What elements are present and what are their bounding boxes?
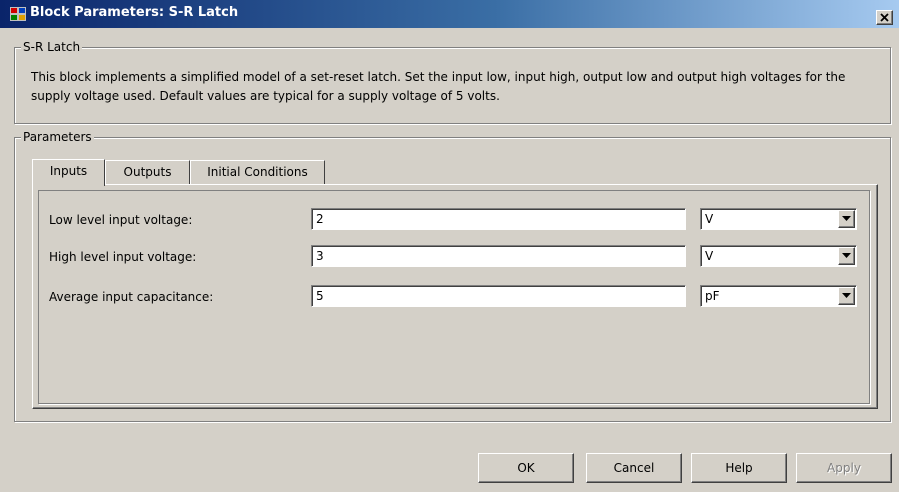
low-level-input-voltage-unit-select[interactable]: V (700, 208, 857, 230)
simulink-block-icon (10, 7, 26, 21)
chevron-down-icon (842, 216, 851, 221)
close-button[interactable] (876, 10, 893, 25)
average-input-capacitance-unit-select[interactable]: pF (700, 285, 857, 307)
tab-initial-conditions[interactable]: Initial Conditions (190, 160, 325, 184)
high-level-input-voltage-unit: V (705, 249, 714, 263)
block-description: This block implements a simplified model… (31, 70, 846, 103)
average-input-capacitance-label: Average input capacitance: (49, 290, 214, 304)
low-level-input-voltage-unit-dropdown[interactable] (838, 210, 855, 228)
high-level-input-voltage-label: High level input voltage: (49, 250, 197, 264)
average-input-capacitance-unit: pF (705, 289, 720, 303)
title-bar[interactable]: Block Parameters: S-R Latch (0, 0, 899, 28)
chevron-down-icon (842, 293, 851, 298)
tab-outputs[interactable]: Outputs (105, 160, 190, 184)
block-parameters-dialog: Block Parameters: S-R Latch S-R Latch Th… (0, 0, 899, 492)
high-level-input-voltage-field[interactable]: 3 (311, 245, 686, 267)
average-input-capacitance-value: 5 (316, 289, 324, 303)
low-level-input-voltage-label: Low level input voltage: (49, 213, 193, 227)
tab-inputs[interactable]: Inputs (32, 159, 105, 186)
average-input-capacitance-field[interactable]: 5 (311, 285, 686, 307)
help-button[interactable]: Help (691, 453, 787, 483)
low-level-input-voltage-field[interactable]: 2 (311, 208, 686, 230)
parameters-group-title: Parameters (21, 130, 94, 144)
tab-inputs-label: Inputs (49, 164, 88, 178)
low-level-input-voltage-unit: V (705, 212, 714, 226)
tab-initial-conditions-label: Initial Conditions (207, 165, 308, 179)
block-group-title: S-R Latch (21, 40, 83, 54)
high-level-input-voltage-value: 3 (316, 249, 324, 263)
cancel-button[interactable]: Cancel (586, 453, 682, 483)
average-input-capacitance-unit-dropdown[interactable] (838, 287, 855, 305)
low-level-input-voltage-value: 2 (316, 212, 324, 226)
window-title: Block Parameters: S-R Latch (30, 5, 239, 20)
chevron-down-icon (842, 253, 851, 258)
close-icon (880, 13, 889, 22)
high-level-input-voltage-unit-select[interactable]: V (700, 245, 857, 267)
tab-outputs-label: Outputs (123, 165, 172, 179)
apply-button[interactable]: Apply (796, 453, 892, 483)
high-level-input-voltage-unit-dropdown[interactable] (838, 247, 855, 265)
ok-button[interactable]: OK (478, 453, 574, 483)
